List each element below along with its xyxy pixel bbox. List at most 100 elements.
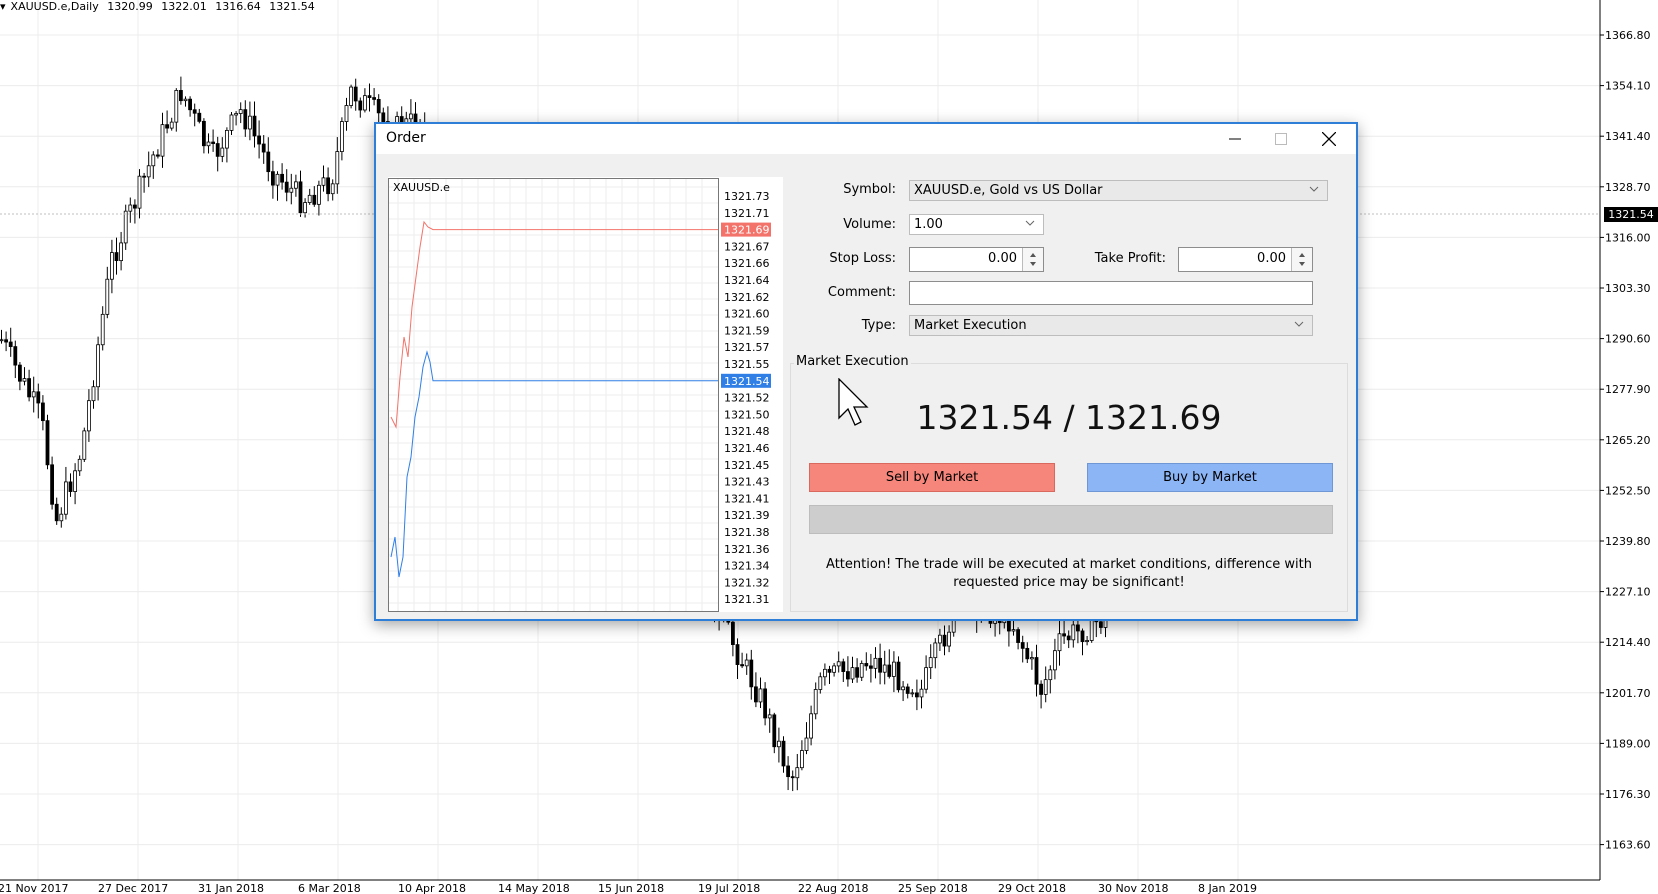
symbol-label: Symbol: bbox=[843, 182, 896, 197]
time-axis-label: 30 Nov 2018 bbox=[1098, 882, 1168, 894]
price-axis-label: 1163.60 bbox=[1605, 839, 1651, 852]
comment-label: Comment: bbox=[827, 285, 896, 300]
comment-value bbox=[910, 286, 914, 301]
price-axis-label: 1303.30 bbox=[1605, 282, 1651, 295]
close-button[interactable] bbox=[1306, 124, 1352, 154]
price-axis-label: 1277.90 bbox=[1605, 383, 1651, 396]
ohlc-close: 1321.54 bbox=[269, 0, 315, 13]
price-axis-label: 1189.00 bbox=[1605, 737, 1651, 750]
tick-price-label: 1321.54 bbox=[724, 375, 770, 388]
chevron-down-icon bbox=[1025, 220, 1035, 226]
time-axis-label: 22 Aug 2018 bbox=[798, 882, 868, 894]
buy-by-market-button[interactable]: Buy by Market bbox=[1087, 463, 1333, 492]
tick-price-label: 1321.52 bbox=[724, 392, 770, 405]
take-profit-value: 0.00 bbox=[1257, 251, 1286, 266]
ohlc-open: 1320.99 bbox=[107, 0, 153, 13]
current-price-label: 1321.54 bbox=[1608, 208, 1654, 221]
chart-symbol: XAUUSD.e,Daily bbox=[10, 0, 99, 13]
collapse-arrow-icon[interactable]: ▾ bbox=[0, 0, 6, 13]
tick-price-label: 1321.50 bbox=[724, 408, 770, 421]
market-execution-title: Market Execution bbox=[794, 354, 911, 369]
price-axis: 1366.80 1354.10 1341.40 1328.70 1316.00 1303.… bbox=[1600, 29, 1651, 852]
time-axis-label: 8 Jan 2019 bbox=[1198, 882, 1257, 894]
symbol-select-value: XAUUSD.e, Gold vs US Dollar bbox=[914, 183, 1103, 198]
ohlc-low: 1316.64 bbox=[215, 0, 261, 13]
price-axis-label: 1366.80 bbox=[1605, 29, 1651, 42]
minimize-icon bbox=[1229, 138, 1241, 140]
tick-price-label: 1321.67 bbox=[724, 240, 770, 253]
price-axis-label: 1201.70 bbox=[1605, 687, 1651, 700]
time-axis-label: 10 Apr 2018 bbox=[398, 882, 466, 894]
dialog-title: Order bbox=[386, 130, 426, 146]
tick-price-label: 1321.31 bbox=[724, 593, 770, 606]
tick-price-label: 1321.38 bbox=[724, 526, 770, 539]
minimize-button[interactable] bbox=[1212, 124, 1258, 154]
price-axis-label: 1290.60 bbox=[1605, 333, 1651, 346]
time-axis-label: 25 Sep 2018 bbox=[898, 882, 968, 894]
time-axis-label: 21 Nov 2017 bbox=[0, 882, 68, 894]
chart-header: ▾ XAUUSD.e,Daily 1320.99 1322.01 1316.64 … bbox=[0, 0, 320, 13]
maximize-button[interactable] bbox=[1258, 124, 1304, 154]
type-select-value: Market Execution bbox=[914, 318, 1027, 333]
tick-price-label: 1321.64 bbox=[724, 274, 770, 287]
stop-loss-label: Stop Loss: bbox=[829, 251, 896, 266]
take-profit-input[interactable]: 0.00 bbox=[1178, 247, 1313, 272]
symbol-select[interactable]: XAUUSD.e, Gold vs US Dollar bbox=[909, 180, 1328, 201]
time-axis-label: 14 May 2018 bbox=[498, 882, 570, 894]
tick-price-label: 1321.73 bbox=[724, 190, 770, 203]
time-axis-label: 15 Jun 2018 bbox=[598, 882, 664, 894]
tick-price-label: 1321.43 bbox=[724, 476, 770, 489]
time-axis-label: 27 Dec 2017 bbox=[98, 882, 168, 894]
stop-loss-spinner[interactable] bbox=[1022, 248, 1043, 271]
price-axis-label: 1227.10 bbox=[1605, 586, 1651, 599]
stop-loss-value: 0.00 bbox=[988, 251, 1017, 266]
maximize-icon bbox=[1275, 133, 1287, 145]
take-profit-label: Take Profit: bbox=[1094, 251, 1166, 266]
close-icon bbox=[1322, 132, 1336, 146]
type-label: Type: bbox=[861, 318, 896, 333]
type-select[interactable]: Market Execution bbox=[909, 315, 1313, 336]
tick-price-label: 1321.39 bbox=[724, 509, 770, 522]
tick-chart: 1321.73 1321.71 1321.69 1321.67 1321.66 1321.… bbox=[388, 177, 783, 612]
attention-message: Attention! The trade will be executed at… bbox=[790, 556, 1348, 592]
tick-price-label: 1321.34 bbox=[724, 560, 770, 573]
tick-price-label: 1321.46 bbox=[724, 442, 770, 455]
tick-price-label: 1321.45 bbox=[724, 459, 770, 472]
volume-select[interactable]: 1.00 bbox=[909, 214, 1044, 235]
price-axis-label: 1328.70 bbox=[1605, 181, 1651, 194]
sell-by-market-button[interactable]: Sell by Market bbox=[809, 463, 1055, 492]
time-axis-label: 31 Jan 2018 bbox=[198, 882, 264, 894]
execution-progress-bar bbox=[809, 505, 1333, 534]
attention-line-2: requested price may be significant! bbox=[953, 575, 1185, 590]
tick-price-label: 1321.59 bbox=[724, 324, 770, 337]
price-axis-label: 1341.40 bbox=[1605, 130, 1651, 143]
price-axis-label: 1252.50 bbox=[1605, 484, 1651, 497]
price-axis-label: 1265.20 bbox=[1605, 434, 1651, 447]
price-axis-label: 1176.30 bbox=[1605, 788, 1651, 801]
dialog-titlebar[interactable]: Order bbox=[376, 124, 1356, 154]
tick-price-label: 1321.36 bbox=[724, 543, 770, 556]
tick-chart-symbol: XAUUSD.e bbox=[393, 181, 450, 194]
tick-price-label: 1321.66 bbox=[724, 257, 770, 270]
chevron-down-icon bbox=[1294, 321, 1304, 327]
chevron-down-icon bbox=[1309, 186, 1319, 192]
volume-value: 1.00 bbox=[914, 217, 943, 232]
mouse-cursor-icon bbox=[838, 378, 869, 426]
order-dialog[interactable]: Order 1321.73 1321.71 1321.69 1321.67 1321.6… bbox=[374, 122, 1358, 621]
comment-input[interactable] bbox=[909, 281, 1313, 305]
tick-price-label: 1321.71 bbox=[724, 207, 770, 220]
price-axis-label: 1316.00 bbox=[1605, 231, 1651, 244]
tick-price-label: 1321.41 bbox=[724, 492, 770, 505]
ohlc-high: 1322.01 bbox=[161, 0, 207, 13]
time-axis-label: 29 Oct 2018 bbox=[998, 882, 1066, 894]
tick-price-label: 1321.69 bbox=[724, 224, 770, 237]
attention-line-1: Attention! The trade will be executed at… bbox=[826, 557, 1312, 572]
stop-loss-input[interactable]: 0.00 bbox=[909, 247, 1044, 272]
volume-label: Volume: bbox=[843, 217, 896, 232]
tick-price-label: 1321.60 bbox=[724, 308, 770, 321]
take-profit-spinner[interactable] bbox=[1291, 248, 1312, 271]
time-axis-label: 19 Jul 2018 bbox=[698, 882, 760, 894]
time-axis: 21 Nov 2017 27 Dec 2017 31 Jan 2018 6 Mar 2… bbox=[0, 882, 1257, 894]
tick-price-label: 1321.48 bbox=[724, 425, 770, 438]
price-axis-label: 1354.10 bbox=[1605, 80, 1651, 93]
